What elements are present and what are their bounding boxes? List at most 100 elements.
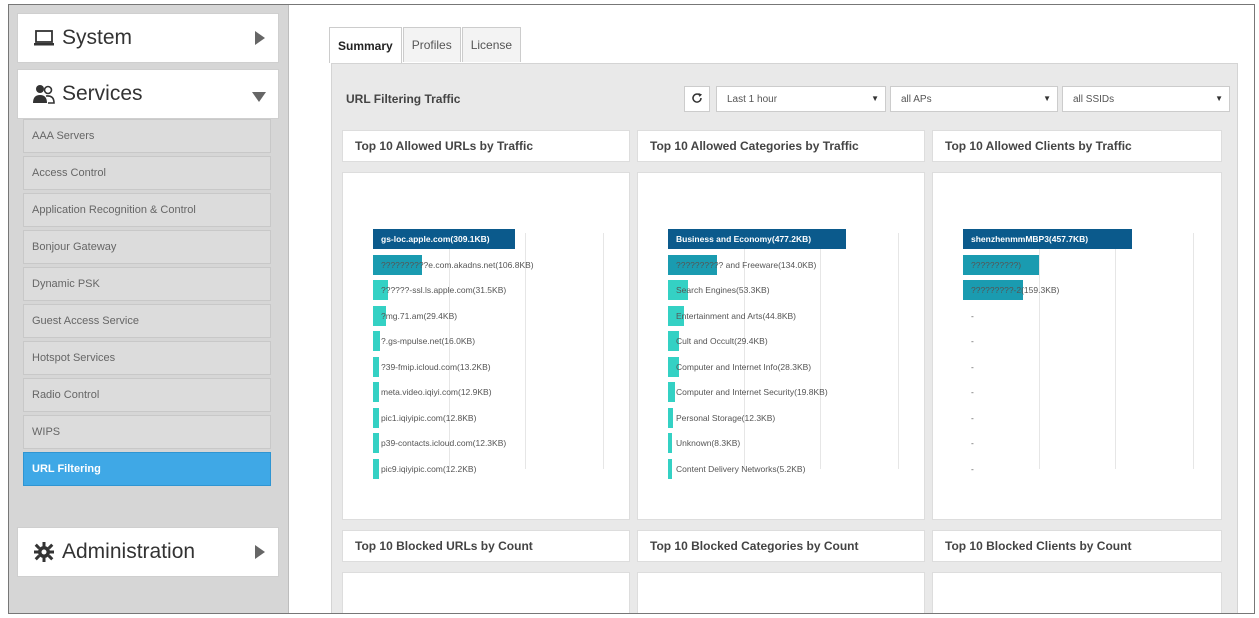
chart-bar-label: Business and Economy(477.2KB) [676,234,812,244]
chart-bar-row[interactable]: Unknown(8.3KB) [668,433,890,453]
chart-bar-row[interactable]: Computer and Internet Info(28.3KB) [668,356,890,377]
chart-blocked-categories [637,572,925,613]
chart-bar-label: - [971,387,974,397]
card-title-blocked-categories: Top 10 Blocked Categories by Count [637,530,925,562]
tab-bar: Summary Profiles License [329,27,522,63]
chevron-right-icon[interactable] [254,31,266,50]
chart-bar-row[interactable]: Content Delivery Networks(5.2KB) [668,458,890,479]
chart-bar-row[interactable]: Computer and Internet Security(19.8KB) [668,382,890,402]
sidebar-item-dynamic-psk[interactable]: Dynamic PSK [23,267,271,301]
sidebar-section-services[interactable]: Services [17,69,279,119]
chart-allowed-clients: shenzhenmmMBP3(457.7KB)??????????)??????… [932,172,1222,520]
chart-blocked-clients [932,572,1222,613]
ssid-select-value: all SSIDs [1073,93,1115,105]
app-frame: System Services AAA Servers Access Contr… [8,4,1255,614]
chart-bar-label: Entertainment and Arts(44.8KB) [676,310,797,321]
chart-bar-label: Personal Storage(12.3KB) [676,412,776,423]
caret-down-icon: ▼ [871,94,879,103]
chevron-down-icon[interactable] [252,90,266,108]
chart-bar-row[interactable]: ??????-ssl.ls.apple.com(31.5KB) [373,280,595,300]
chart-bar-row[interactable]: Entertainment and Arts(44.8KB) [668,305,890,326]
sidebar-item-access-control[interactable]: Access Control [23,156,271,190]
sidebar-item-aaa-servers[interactable]: AAA Servers [23,119,271,153]
chart-bar-label: Computer and Internet Info(28.3KB) [676,361,812,372]
chart-bar-label: Cult and Occult(29.4KB) [676,336,768,346]
tab-license[interactable]: License [461,27,522,62]
chart-bar-label: Unknown(8.3KB) [676,438,741,448]
chart-bar-label: shenzhenmmMBP3(457.7KB) [971,234,1089,244]
chart-bar-row[interactable]: gs-loc.apple.com(309.1KB) [373,229,595,249]
ap-select-value: all APs [901,93,932,105]
card-title-allowed-clients: Top 10 Allowed Clients by Traffic [932,130,1222,162]
sidebar-item-hotspot-services[interactable]: Hotspot Services [23,341,271,375]
chart-bar-label: - [971,361,974,372]
chart-allowed-urls: gs-loc.apple.com(309.1KB) ??????????e.com… [342,172,630,520]
chart-bar-label: Computer and Internet Security(19.8KB) [676,387,828,397]
chart-bar-row[interactable]: ??????????e.com.akadns.net(106.8KB) [373,254,595,275]
tab-summary[interactable]: Summary [329,27,402,63]
chart-gridline [1193,233,1194,469]
chart-bar-label: Search Engines(53.3KB) [676,285,770,295]
chart-bar-row[interactable]: - [963,433,1185,453]
chart-bar-row[interactable]: pic1.iqiyipic.com(12.8KB) [373,407,595,428]
sidebar-item-bonjour-gateway[interactable]: Bonjour Gateway [23,230,271,264]
chart-bar-row[interactable]: pic9.iqiyipic.com(12.2KB) [373,458,595,479]
chart-bar-row[interactable]: ??????????) [963,254,1185,275]
card-title-allowed-categories: Top 10 Allowed Categories by Traffic [637,130,925,162]
chart-bar-row[interactable]: - [963,408,1185,428]
services-menu: AAA Servers Access Control Application R… [23,119,271,489]
chart-bar-row[interactable]: ?mg.71.am(29.4KB) [373,305,595,326]
chart-bar-label: - [971,310,974,321]
chart-bar-label: ?mg.71.am(29.4KB) [381,310,458,321]
ssid-select[interactable]: all SSIDs ▼ [1062,86,1230,112]
sidebar-item-application-recognition[interactable]: Application Recognition & Control [23,193,271,227]
chart-bar-row[interactable]: - [963,306,1185,326]
refresh-icon [691,92,703,107]
chart-bar-row[interactable]: ?????????? and Freeware(134.0KB) [668,254,890,275]
main-content: Summary Profiles License URL Filtering T… [291,5,1254,613]
sidebar-item-wips[interactable]: WIPS [23,415,271,449]
sidebar-item-radio-control[interactable]: Radio Control [23,378,271,412]
chart-bar-row[interactable]: ?39-fmip.icloud.com(13.2KB) [373,356,595,377]
sidebar-item-guest-access[interactable]: Guest Access Service [23,304,271,338]
chart-bar-row[interactable]: shenzhenmmMBP3(457.7KB) [963,229,1185,249]
chart-bar-row[interactable]: - [963,382,1185,402]
refresh-button[interactable] [684,86,710,112]
chart-blocked-urls [342,572,630,613]
sidebar-section-administration[interactable]: Administration [17,527,279,577]
chart-bar-row[interactable]: Business and Economy(477.2KB) [668,229,890,249]
chart-bar-row[interactable]: Cult and Occult(29.4KB) [668,331,890,351]
chart-bar-label: - [971,412,974,423]
chart-bar-row[interactable]: meta.video.iqiyi.com(12.9KB) [373,382,595,402]
chart-bar-row[interactable]: - [963,357,1185,377]
tab-profiles[interactable]: Profiles [402,27,461,62]
time-range-select[interactable]: Last 1 hour ▼ [716,86,886,112]
chart-bar-row[interactable]: Search Engines(53.3KB) [668,280,890,300]
chart-bar-label: ?39-fmip.icloud.com(13.2KB) [381,361,491,372]
laptop-icon [32,27,56,49]
chart-bar-row[interactable]: - [963,459,1185,479]
chart-bar-label: gs-loc.apple.com(309.1KB) [381,234,490,244]
gear-icon [32,541,56,563]
chart-bar-row[interactable]: ?.gs-mpulse.net(16.0KB) [373,331,595,351]
chart-bar-label: - [971,336,974,346]
chart-bar-row[interactable]: - [963,331,1185,351]
ap-select[interactable]: all APs ▼ [890,86,1058,112]
chart-bar-label: ??????????) [971,259,1022,270]
chart-bar-row[interactable]: Personal Storage(12.3KB) [668,407,890,428]
chart-bar-label: ?.gs-mpulse.net(16.0KB) [381,336,476,346]
sidebar-section-system[interactable]: System [17,13,279,63]
chart-bar-label: - [971,438,974,448]
chart-bar-row[interactable]: p39-contacts.icloud.com(12.3KB) [373,433,595,453]
chart-bar-row[interactable]: ?????????-2(159.3KB) [963,280,1185,300]
chart-allowed-categories: Business and Economy(477.2KB) ?????????? … [637,172,925,520]
chart-bar-label: pic1.iqiyipic.com(12.8KB) [381,412,477,423]
panel-title: URL Filtering Traffic [346,92,461,106]
chart-bar-label: ??????-ssl.ls.apple.com(31.5KB) [381,285,507,295]
chevron-right-icon[interactable] [254,545,266,564]
sidebar-item-url-filtering[interactable]: URL Filtering [23,452,271,486]
time-range-value: Last 1 hour [727,93,778,105]
users-icon [32,83,56,105]
services-label: Services [62,82,143,105]
chart-bar-label: ?????????-2(159.3KB) [971,285,1060,295]
